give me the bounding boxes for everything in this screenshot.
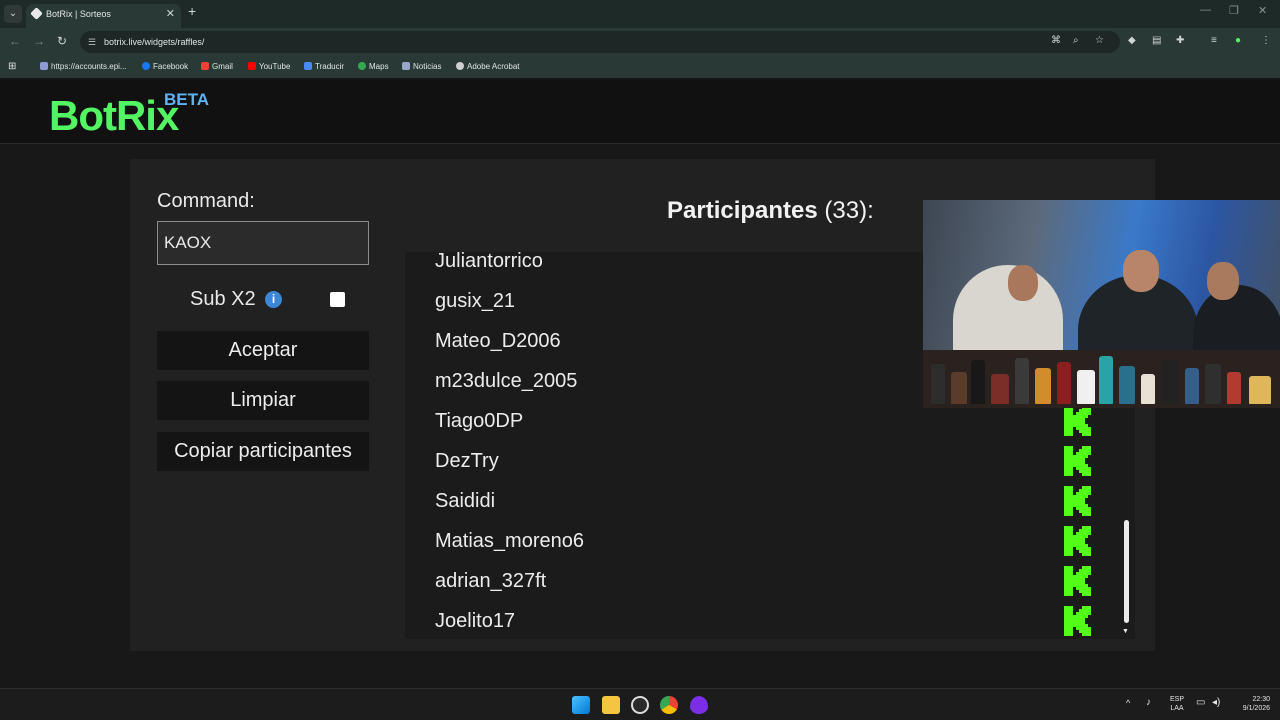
list-item: Juliantorrico <box>435 252 543 272</box>
browser-toolbar: ← → ↻ ☰ botrix.live/widgets/raffles/ ⌘ ⌕… <box>0 28 1280 56</box>
bookmark-maps[interactable]: Maps <box>358 56 389 78</box>
url-text: botrix.live/widgets/raffles/ <box>104 37 205 47</box>
bookmarks-bar: ⊞ https://accounts.epi... Facebook Gmail… <box>0 56 1280 78</box>
list-item: Tiago0DP <box>435 410 524 432</box>
botrix-logo[interactable]: BotRix <box>49 92 179 140</box>
scrollbar-thumb[interactable] <box>1124 520 1129 623</box>
profile-avatar[interactable]: ● <box>1235 35 1241 46</box>
list-item: Matias_moreno6 <box>435 530 584 552</box>
copiar-participantes-button[interactable]: Copiar participantes <box>157 432 369 471</box>
botrix-favicon-icon <box>30 7 43 20</box>
command-label: Command: <box>157 190 255 212</box>
site-info-icon[interactable]: ☰ <box>88 31 96 53</box>
network-icon[interactable]: ▭ <box>1196 698 1205 708</box>
apps-grid-icon[interactable]: ⊞ <box>8 56 16 78</box>
beta-badge: BETA <box>164 90 210 109</box>
back-icon[interactable]: ← <box>9 34 21 48</box>
bookmark-youtube[interactable]: YouTube <box>248 56 290 78</box>
person-left-head <box>1008 265 1038 301</box>
list-item: adrian_327ft <box>435 570 547 592</box>
sub-x2-label: Sub X2 <box>190 288 256 310</box>
participants-title: Participantes <box>667 197 818 224</box>
browser-tab[interactable]: BotRix | Sorteos ✕ <box>26 4 181 28</box>
info-icon[interactable]: i <box>265 291 282 308</box>
bookmark-facebook[interactable]: Facebook <box>142 56 188 78</box>
list-item: DezTry <box>435 450 499 472</box>
participants-heading: Participantes (33): <box>667 197 874 225</box>
person-center-head <box>1123 250 1159 292</box>
kick-icon <box>1064 526 1091 556</box>
reload-icon[interactable]: ↻ <box>57 34 67 48</box>
bookmark-accounts[interactable]: https://accounts.epi... <box>40 56 127 78</box>
participants-count: (33): <box>824 197 874 224</box>
person-right-head <box>1207 262 1239 300</box>
media-control-icon[interactable]: ≡ <box>1211 35 1217 46</box>
forward-icon[interactable]: → <box>33 34 45 48</box>
aceptar-button[interactable]: Aceptar <box>157 331 369 370</box>
close-tab-icon[interactable]: ✕ <box>166 4 175 24</box>
scroll-down-arrow-icon[interactable]: ▼ <box>1122 628 1129 635</box>
clock[interactable]: 22:30 9/1/2026 <box>1230 695 1270 713</box>
language-code: ESP <box>1169 696 1184 703</box>
kick-icon <box>1064 566 1091 596</box>
kick-icon <box>1064 486 1091 516</box>
heart-app-icon[interactable] <box>690 696 708 714</box>
page-content: BotRix BETA Command: KAOX Sub X2 i Acept… <box>0 80 1280 688</box>
tab-search-button[interactable]: ⌄ <box>4 5 22 23</box>
start-windows-icon[interactable] <box>572 696 590 714</box>
translate-bookmark-icon <box>304 62 312 70</box>
volume-icon[interactable]: ◂) <box>1212 698 1220 708</box>
youtube-icon <box>248 62 256 70</box>
extensions-puzzle-icon[interactable]: ✚ <box>1176 35 1184 46</box>
language-indicator[interactable]: ESP LAA <box>1167 695 1187 713</box>
browser-tab-strip: ⌄ BotRix | Sorteos ✕ + — ❐ ✕ <box>0 0 1280 28</box>
windows-taskbar: ^ ♪ ESP LAA ▭ ◂) 22:30 9/1/2026 <box>0 688 1280 720</box>
chrome-icon[interactable] <box>660 696 678 714</box>
clock-time: 22:30 <box>1252 696 1270 703</box>
new-tab-button[interactable]: + <box>188 3 196 19</box>
app-icon[interactable] <box>631 696 649 714</box>
kick-icon <box>1064 446 1091 476</box>
limpiar-button[interactable]: Limpiar <box>157 381 369 420</box>
extension-icon[interactable]: ◆ <box>1128 35 1136 46</box>
sub-x2-checkbox[interactable] <box>330 292 345 307</box>
translate-icon[interactable]: ⌘ <box>1051 35 1061 46</box>
bookmark-traducir[interactable]: Traducir <box>304 56 344 78</box>
kick-icon <box>1064 606 1091 636</box>
tab-title: BotRix | Sorteos <box>46 9 111 19</box>
address-bar[interactable]: ☰ botrix.live/widgets/raffles/ <box>80 31 1120 53</box>
site-header: BotRix BETA <box>0 80 1280 144</box>
perfume-shelf <box>923 350 1280 408</box>
layout-code: LAA <box>1170 705 1184 712</box>
restore-icon[interactable]: ❐ <box>1229 4 1239 17</box>
list-item: m23dulce_2005 <box>435 370 578 392</box>
zoom-icon[interactable]: ⌕ <box>1073 35 1079 46</box>
reading-list-icon[interactable]: ▤ <box>1152 35 1161 46</box>
file-explorer-icon[interactable] <box>602 696 620 714</box>
list-item: Saididi <box>435 490 496 512</box>
bookmark-star-icon[interactable]: ☆ <box>1095 35 1104 46</box>
list-item: Mateo_D2006 <box>435 330 561 352</box>
bookmark-icon <box>40 62 48 70</box>
webcam-overlay <box>923 200 1280 408</box>
minimize-icon[interactable]: — <box>1200 4 1211 16</box>
bookmark-adobe-acrobat[interactable]: Adobe Acrobat <box>456 56 519 78</box>
acrobat-icon <box>456 62 464 70</box>
bookmark-gmail[interactable]: Gmail <box>201 56 233 78</box>
microphone-icon[interactable]: ♪ <box>1146 698 1151 708</box>
close-window-icon[interactable]: ✕ <box>1258 4 1267 17</box>
maps-icon <box>358 62 366 70</box>
clock-date: 9/1/2026 <box>1242 705 1270 712</box>
gmail-icon <box>201 62 209 70</box>
news-icon <box>402 62 410 70</box>
menu-kebab-icon[interactable]: ⋮ <box>1261 35 1271 46</box>
tray-chevron-icon[interactable]: ^ <box>1126 699 1130 708</box>
command-input[interactable]: KAOX <box>157 221 369 265</box>
kick-icon <box>1064 406 1091 436</box>
bookmark-noticias[interactable]: Noticias <box>402 56 441 78</box>
list-item: Joelito17 <box>435 610 516 632</box>
list-item: gusix_21 <box>435 290 516 312</box>
facebook-icon <box>142 62 150 70</box>
